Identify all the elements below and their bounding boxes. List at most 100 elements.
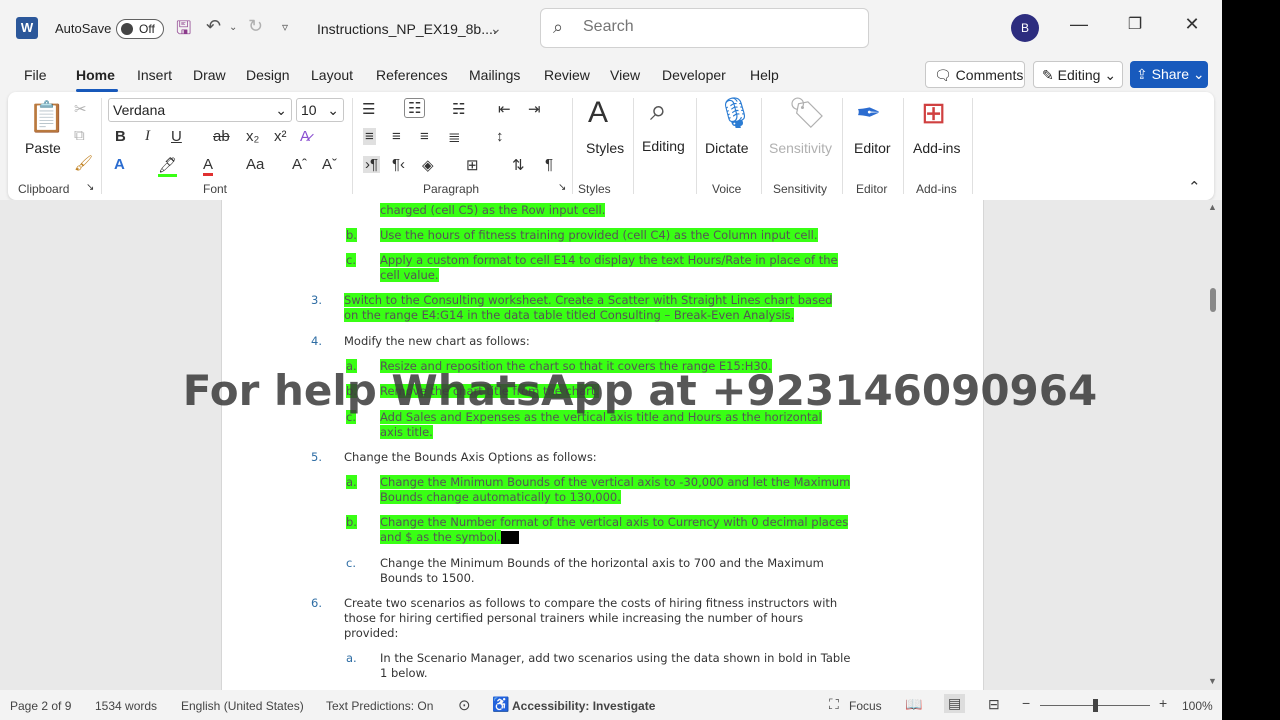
scrollbar-thumb[interactable] — [1210, 288, 1216, 312]
web-layout-icon[interactable]: ⊟ — [988, 696, 1000, 713]
zoom-in-icon[interactable]: + — [1159, 695, 1167, 711]
restore-icon[interactable]: ❐ — [1120, 14, 1150, 34]
rtl-icon[interactable]: ¶‹ — [392, 156, 405, 173]
tab-view[interactable]: View — [610, 67, 640, 83]
redo-icon[interactable]: ↻ — [248, 16, 263, 37]
styles-icon[interactable]: A — [588, 96, 608, 130]
share-button[interactable]: ⇪ Share ⌄ — [1130, 61, 1208, 88]
underline-icon[interactable]: U — [171, 128, 182, 145]
line-spacing-icon[interactable]: ↕ — [496, 128, 504, 145]
bold-icon[interactable]: B — [115, 128, 126, 145]
tab-review[interactable]: Review — [544, 67, 590, 83]
tab-layout[interactable]: Layout — [311, 67, 353, 83]
font-color-icon[interactable]: A — [203, 156, 214, 176]
tab-insert[interactable]: Insert — [137, 67, 172, 83]
customize-toolbar-icon[interactable]: ▿ — [282, 20, 288, 34]
borders-icon[interactable]: ⊞ — [466, 156, 479, 174]
print-layout-icon[interactable]: ▤ — [944, 694, 966, 713]
change-case-icon[interactable]: Aa — [246, 156, 264, 173]
tab-design[interactable]: Design — [246, 67, 290, 83]
document-title[interactable]: Instructions_NP_EX19_8b.... — [317, 21, 497, 37]
language[interactable]: English (United States) — [181, 699, 304, 713]
decrease-indent-icon[interactable]: ⇤ — [498, 100, 511, 118]
show-formatting-icon[interactable]: ¶ — [545, 156, 553, 173]
paragraph-launcher-icon[interactable]: ↘ — [558, 182, 566, 193]
zoom-slider-thumb[interactable] — [1093, 699, 1098, 712]
dictate-label[interactable]: Dictate — [705, 140, 749, 156]
minimize-icon[interactable]: — — [1064, 14, 1094, 35]
tab-mailings[interactable]: Mailings — [469, 67, 520, 83]
numbering-icon[interactable]: ☷ — [404, 98, 426, 118]
editing-mode-button[interactable]: ✎ Editing ⌄ — [1033, 61, 1123, 88]
align-right-icon[interactable]: ≡ — [420, 128, 429, 145]
text-predictions[interactable]: Text Predictions: On — [326, 699, 433, 713]
addins-label[interactable]: Add-ins — [913, 140, 960, 156]
superscript-icon[interactable]: x² — [274, 128, 287, 145]
search-box[interactable]: ⌕ — [540, 8, 869, 48]
shrink-font-icon[interactable]: Aˇ — [322, 156, 337, 173]
tab-file[interactable]: File — [24, 67, 47, 83]
search-input[interactable] — [583, 18, 853, 36]
bullets-icon[interactable]: ☰ — [362, 100, 375, 118]
close-icon[interactable]: ✕ — [1177, 14, 1207, 35]
save-icon[interactable]: 🖫 — [176, 16, 191, 46]
clipboard-launcher-icon[interactable]: ↘ — [86, 182, 94, 193]
find-icon[interactable]: ⌕ — [650, 94, 667, 128]
word-count[interactable]: 1534 words — [95, 699, 157, 713]
ltr-icon[interactable]: ›¶ — [363, 156, 381, 173]
undo-dropdown-icon[interactable]: ⌄ — [229, 22, 237, 33]
text-effects-icon[interactable]: A — [114, 156, 125, 173]
accessibility-status[interactable]: Accessibility: Investigate — [512, 699, 655, 713]
vertical-scrollbar[interactable]: ▲ ▼ — [1206, 200, 1222, 690]
zoom-level[interactable]: 100% — [1182, 699, 1213, 713]
scroll-up-icon[interactable]: ▲ — [1208, 202, 1217, 212]
paste-icon[interactable]: 📋 — [28, 100, 65, 135]
paste-label[interactable]: Paste — [25, 140, 61, 156]
tab-developer[interactable]: Developer — [662, 67, 726, 83]
editor-label[interactable]: Editor — [854, 140, 891, 156]
multilevel-list-icon[interactable]: ☵ — [452, 100, 465, 118]
tab-references[interactable]: References — [376, 67, 448, 83]
addins-grid-icon[interactable]: ⊞ — [921, 96, 946, 131]
title-dropdown-icon[interactable]: ⌄ — [490, 20, 502, 37]
copy-icon[interactable]: ⧉ — [74, 127, 85, 144]
editor-pen-icon[interactable]: ✒ — [856, 96, 881, 131]
shading-icon[interactable]: ◈ — [422, 156, 434, 174]
chevron-down-icon: ⌄ — [275, 102, 287, 118]
read-mode-icon[interactable]: 📖 — [905, 696, 922, 713]
focus-button[interactable]: Focus — [849, 699, 882, 713]
align-left-icon[interactable]: ≡ — [363, 128, 376, 145]
tab-draw[interactable]: Draw — [193, 67, 226, 83]
grow-font-icon[interactable]: Aˆ — [292, 156, 307, 173]
zoom-out-icon[interactable]: − — [1022, 695, 1030, 711]
clear-formatting-icon[interactable]: A̷ — [300, 128, 310, 145]
sensitivity-icon[interactable]: 🏷 — [788, 96, 826, 131]
italic-icon[interactable]: I — [145, 128, 150, 145]
format-painter-icon[interactable]: 🖌 — [74, 154, 93, 172]
subscript-icon[interactable]: x₂ — [246, 128, 259, 145]
page-count[interactable]: Page 2 of 9 — [10, 699, 71, 713]
avatar[interactable]: B — [1011, 14, 1039, 42]
font-size-select[interactable]: 10 ⌄ — [296, 98, 344, 122]
styles-label[interactable]: Styles — [586, 140, 624, 156]
highlight-color-icon[interactable]: 🖊 — [158, 156, 178, 177]
strikethrough-icon[interactable]: ab — [213, 128, 230, 145]
align-center-icon[interactable]: ≡ — [392, 128, 401, 145]
editing-label[interactable]: Editing — [642, 138, 685, 154]
scroll-down-icon[interactable]: ▼ — [1208, 676, 1217, 686]
collapse-ribbon-icon[interactable]: ⌃ — [1188, 178, 1201, 196]
tab-help[interactable]: Help — [750, 67, 779, 83]
undo-icon[interactable]: ↶ — [206, 16, 221, 37]
document-page[interactable]: charged (cell C5) as the Row input cell.… — [221, 200, 984, 690]
autosave-toggle[interactable]: Off — [116, 19, 164, 39]
font-name-select[interactable]: Verdana ⌄ — [108, 98, 292, 122]
comments-button[interactable]: 🗨 Comments — [925, 61, 1025, 88]
sensitivity-label[interactable]: Sensitivity — [769, 140, 832, 156]
increase-indent-icon[interactable]: ⇥ — [528, 100, 541, 118]
microphone-icon[interactable]: 🎙 — [716, 96, 754, 131]
tab-home[interactable]: Home — [76, 67, 115, 83]
macro-recording-icon[interactable]: ⊙ — [458, 696, 471, 714]
cut-icon[interactable]: ✂ — [74, 100, 87, 118]
sort-icon[interactable]: ⇅ — [512, 156, 525, 174]
justify-icon[interactable]: ≣ — [448, 128, 461, 146]
